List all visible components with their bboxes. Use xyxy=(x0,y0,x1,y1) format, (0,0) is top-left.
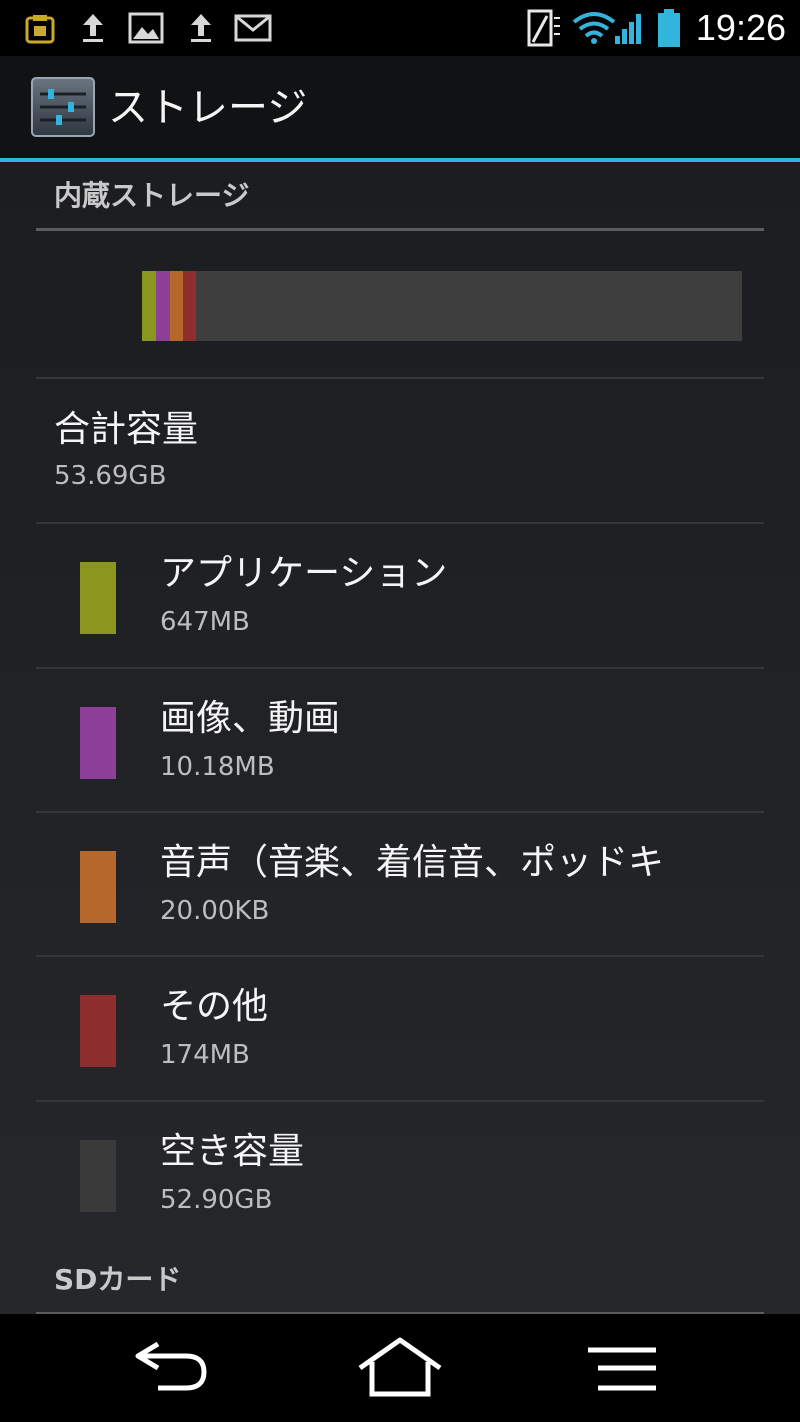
color-swatch xyxy=(80,995,116,1067)
storage-usage-bar xyxy=(142,271,742,341)
navigation-bar xyxy=(0,1314,800,1422)
list-item-label: アプリケーション xyxy=(160,553,448,594)
color-swatch xyxy=(80,562,116,634)
divider xyxy=(36,377,764,379)
storage-content[interactable]: 内蔵ストレージ 合計容量 53.69GB アプリケーション 647MB 画像、動… xyxy=(0,162,800,1314)
color-swatch xyxy=(80,1140,116,1212)
upload-arrow-icon xyxy=(83,14,103,42)
status-time: 19:26 xyxy=(695,7,786,48)
action-bar: ストレージ xyxy=(0,56,800,160)
notification-app-icon xyxy=(25,15,55,44)
usage-segment-images-videos xyxy=(156,271,170,341)
sd-card-header: SDカード xyxy=(54,1263,182,1296)
back-icon[interactable] xyxy=(128,1336,214,1396)
internal-storage-header: 内蔵ストレージ xyxy=(54,179,250,212)
sim-signal-icon xyxy=(527,9,560,47)
list-item-label: 空き容量 xyxy=(160,1131,305,1172)
settings-sliders-icon[interactable] xyxy=(30,76,96,138)
usage-segment-applications xyxy=(142,271,156,341)
list-item-value: 647MB xyxy=(160,607,250,637)
section-rule xyxy=(36,228,764,231)
usage-segment-audio xyxy=(170,271,183,341)
gmail-icon xyxy=(234,14,272,42)
list-item-other[interactable]: その他 174MB xyxy=(0,957,800,1101)
image-icon xyxy=(128,12,164,44)
home-icon[interactable] xyxy=(354,1336,446,1398)
list-item-label: 音声（音楽、着信音、ポッドキ xyxy=(160,842,665,883)
battery-icon xyxy=(658,9,680,47)
list-item-label: 画像、動画 xyxy=(160,698,341,739)
list-item-images-videos[interactable]: 画像、動画 10.18MB xyxy=(0,669,800,813)
total-capacity-value: 53.69GB xyxy=(54,461,167,491)
color-swatch xyxy=(80,707,116,779)
list-item-value: 174MB xyxy=(160,1040,250,1070)
page-title: ストレージ xyxy=(108,85,308,131)
total-capacity-label: 合計容量 xyxy=(54,409,199,450)
cell-signal-icon xyxy=(615,14,641,44)
list-item-available[interactable]: 空き容量 52.90GB xyxy=(0,1102,800,1246)
list-item-value: 20.00KB xyxy=(160,896,270,926)
usage-segment-other xyxy=(183,271,196,341)
list-item-value: 10.18MB xyxy=(160,752,275,782)
list-item-applications[interactable]: アプリケーション 647MB xyxy=(0,524,800,668)
status-bar: 19:26 xyxy=(0,0,800,56)
menu-icon[interactable] xyxy=(584,1344,660,1394)
upload-arrow-icon xyxy=(191,14,211,42)
list-item-audio[interactable]: 音声（音楽、着信音、ポッドキ 20.00KB xyxy=(0,813,800,957)
color-swatch xyxy=(80,851,116,923)
wifi-icon xyxy=(572,12,616,44)
list-item-label: その他 xyxy=(160,986,269,1027)
list-item-value: 52.90GB xyxy=(160,1185,273,1215)
